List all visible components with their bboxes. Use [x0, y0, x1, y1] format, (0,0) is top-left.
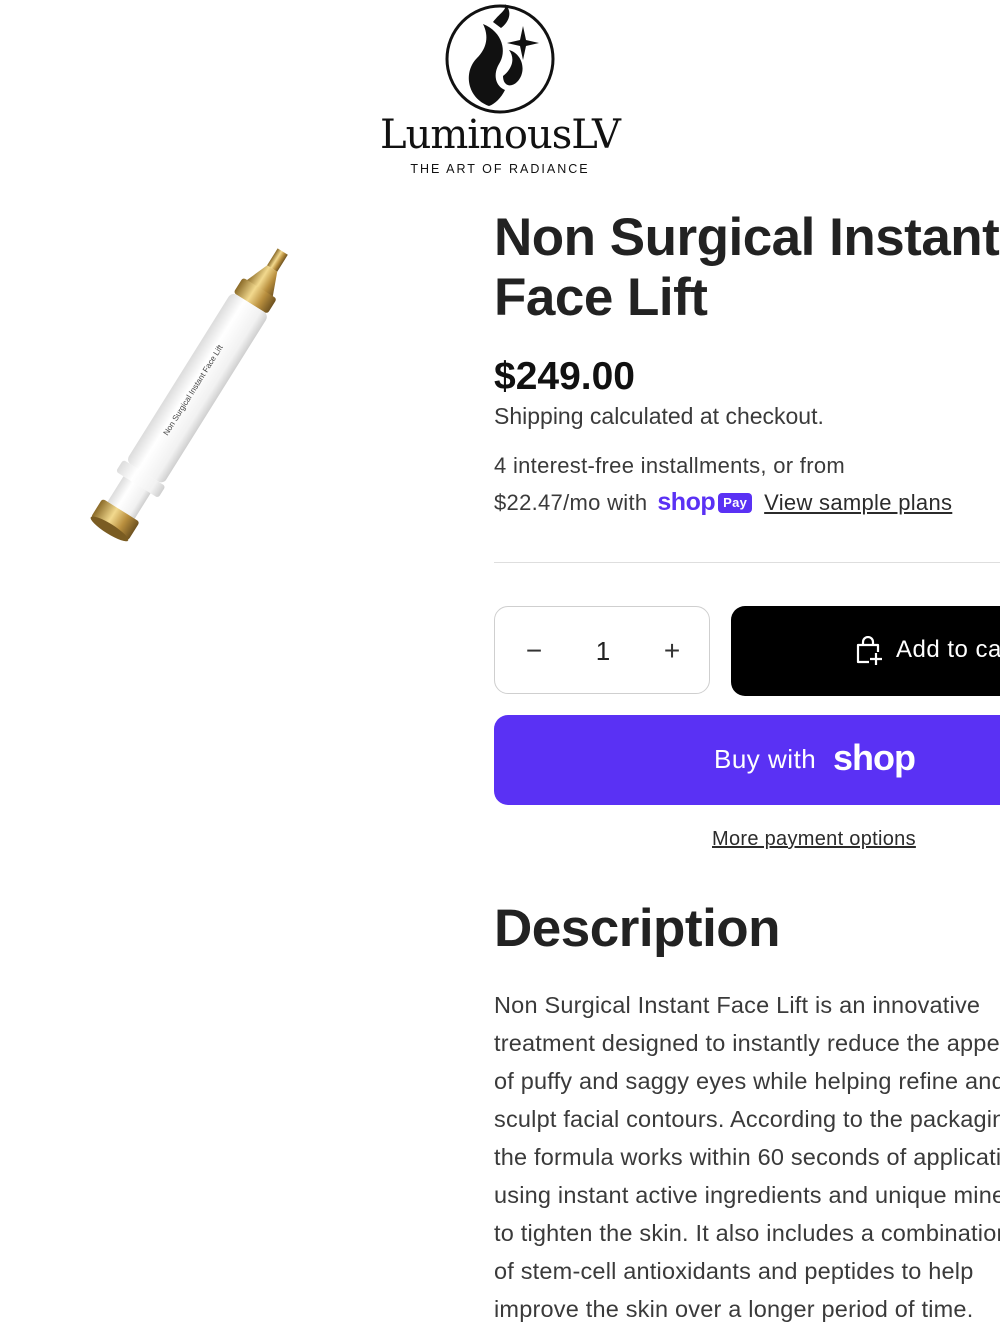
description-heading: Description [494, 899, 781, 958]
description-line: improve the skin over a longer period of… [494, 1296, 974, 1322]
quantity-stepper[interactable]: − 1 + [494, 606, 710, 694]
shop-logo: shop [833, 737, 916, 778]
buy-with-shop-button[interactable]: Buy with shop [494, 715, 1000, 805]
buy-with-label: Buy with [714, 744, 817, 774]
plus-icon[interactable]: + [652, 629, 692, 673]
minus-icon[interactable]: − [514, 629, 554, 673]
product-title: Non Surgical Instant Face Lift [494, 208, 1000, 327]
shop-pay-logo: shop [657, 488, 716, 516]
product-image[interactable]: Non Surgical Instant Face Lift [70, 225, 310, 575]
more-payment-options-link[interactable]: More payment options [712, 828, 916, 851]
description-line: treatment designed to instantly reduce t… [494, 1030, 1000, 1056]
add-to-cart-button[interactable]: Add to cart [731, 606, 1000, 696]
description-line: sculpt facial contours. According to the… [494, 1106, 1000, 1132]
shop-pay-badge: Pay [718, 492, 753, 513]
description-line: of stem-cell antioxidants and peptides t… [494, 1258, 974, 1284]
add-to-cart-label: Add to cart [896, 636, 1000, 663]
description-line: of puffy and saggy eyes while helping re… [494, 1068, 1000, 1094]
description-body: Non Surgical Instant Face Lift is an inn… [494, 986, 1000, 1328]
shipping-note: Shipping calculated at checkout. [494, 403, 824, 429]
installment-per-month: /mo with [563, 489, 648, 515]
product-info-panel: Non Surgical Instant Face Lift $249.00 S… [494, 0, 1000, 1333]
installments-text: 4 interest-free installments, or from [494, 453, 845, 478]
description-line: to tighten the skin. It also includes a … [494, 1220, 1000, 1246]
product-price: $249.00 [494, 355, 635, 398]
description-line: Non Surgical Instant Face Lift is an inn… [494, 992, 981, 1018]
divider [494, 562, 1000, 563]
view-sample-plans-link[interactable]: View sample plans [764, 490, 952, 516]
description-line: the formula works within 60 seconds of a… [494, 1144, 1000, 1170]
installments-amount-row: $22.47 /mo with shop Pay View sample pla… [494, 488, 952, 517]
quantity-input[interactable]: 1 [573, 629, 633, 673]
installment-amount: $22.47 [494, 489, 564, 515]
cart-add-icon [856, 636, 883, 666]
description-line: using instant active ingredients and uni… [494, 1182, 1000, 1208]
